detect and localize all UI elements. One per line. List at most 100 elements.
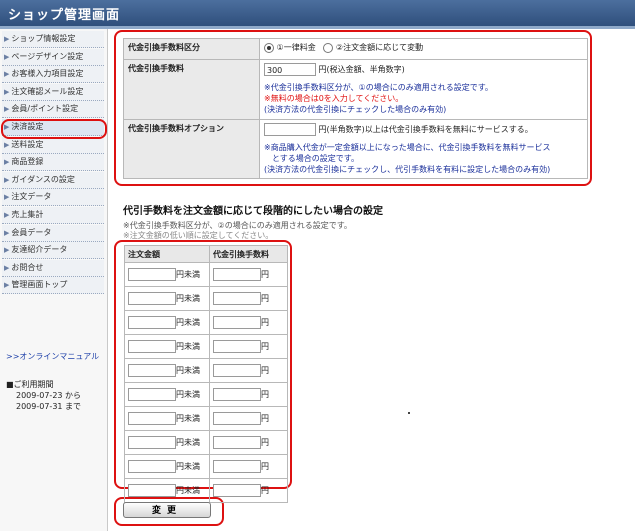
sidebar-item[interactable]: ▶ 管理画面トップ: [2, 277, 104, 295]
tier-amount-input[interactable]: [128, 460, 176, 473]
tier-fee-input[interactable]: [213, 484, 261, 497]
sidebar-item[interactable]: ▶ ガイダンスの設定: [2, 171, 104, 189]
tier-row: 円未満 円: [124, 406, 288, 431]
sidebar-item[interactable]: ▶ 注文確認メール設定: [2, 83, 104, 101]
sidebar-item-label: 会員/ポイント設定: [11, 104, 79, 114]
tier-note-1: ※代金引換手数料区分が、②の場合にのみ適用される設定です。: [123, 221, 352, 230]
arrow-right-icon: ▶: [4, 158, 10, 167]
sidebar-item-label: 送料設定: [11, 139, 44, 149]
tier-amount-input[interactable]: [128, 388, 176, 401]
tier-amount-input[interactable]: [128, 412, 176, 425]
tier-amount-cell: 円未満: [124, 286, 210, 311]
fee-input[interactable]: 300: [264, 63, 316, 76]
option-note-2: (決済方法の代金引換にチェックし、代引手数料を有料に設定した場合のみ有効): [264, 165, 551, 174]
sidebar-item-label: 会員データ: [11, 227, 52, 237]
tier-fee-input[interactable]: [213, 340, 261, 353]
tier-row: 円未満 円: [124, 478, 288, 503]
tier-amount-input[interactable]: [128, 436, 176, 449]
cod-fee-settings: 代金引換手数料区分 ①一律料金 ②注文金額に応じて変動 代金引換手数料 300 …: [123, 38, 588, 179]
tier-table: 注文金額 代金引換手数料 円未満円円未満円円未満円円未満円円未満円円未満円円未満…: [124, 245, 288, 503]
free-threshold-input[interactable]: [264, 123, 316, 136]
usage-period: ■ご利用期間 2009-07-23 から 2009-07-31 まで: [6, 379, 81, 412]
tier-fee-input[interactable]: [213, 388, 261, 401]
tier-row: 円未満 円: [124, 382, 288, 407]
fee-suffix: 円: [261, 414, 269, 423]
sidebar-item[interactable]: ▶ ショップ情報設定: [2, 31, 104, 48]
tier-amount-cell: 円未満: [124, 262, 210, 287]
tier-fee-input[interactable]: [213, 292, 261, 305]
arrow-right-icon: ▶: [4, 35, 10, 43]
option-unit: 円(半角数字)以上は代金引換手数料を無料にサービスする。: [318, 125, 533, 134]
tier-row: 円未満 円: [124, 334, 288, 359]
tier-amount-input[interactable]: [128, 340, 176, 353]
tier-amount-cell: 円未満: [124, 454, 210, 479]
tier-fee-input[interactable]: [213, 436, 261, 449]
amount-suffix: 円未満: [176, 318, 200, 327]
fee-suffix: 円: [261, 294, 269, 303]
sidebar-item[interactable]: ▶ 友達紹介データ: [2, 242, 104, 260]
sidebar-item[interactable]: ▶ 注文データ: [2, 189, 104, 207]
tier-fee-cell: 円: [209, 430, 288, 455]
tier-fee-cell: 円: [209, 358, 288, 383]
arrow-right-icon: ▶: [4, 193, 10, 202]
sidebar-item-label: ページデザイン設定: [11, 51, 84, 61]
tier-fee-input[interactable]: [213, 460, 261, 473]
fee-suffix: 円: [261, 462, 269, 471]
tier-amount-cell: 円未満: [124, 358, 210, 383]
tier-note-2: ※注文金額の低い順に設定してください。: [123, 231, 274, 240]
arrow-right-icon: ▶: [4, 140, 10, 149]
amount-suffix: 円未満: [176, 462, 200, 471]
fee-type-label: 代金引換手数料区分: [123, 38, 260, 60]
tier-row: 円未満 円: [124, 454, 288, 479]
arrow-right-icon: ▶: [4, 70, 10, 79]
sidebar-item[interactable]: ▶ 売上集計: [2, 207, 104, 224]
tier-amount-input[interactable]: [128, 292, 176, 305]
sidebar-item[interactable]: ▶ 会員/ポイント設定: [2, 101, 104, 119]
tier-amount-cell: 円未満: [124, 382, 210, 407]
arrow-right-icon: ▶: [4, 105, 10, 114]
sidebar-item[interactable]: ▶ 商品登録: [2, 154, 104, 172]
fee-suffix: 円: [261, 342, 269, 351]
fee-label: 代金引換手数料: [123, 59, 260, 120]
tier-amount-input[interactable]: [128, 484, 176, 497]
period-from: 2009-07-23: [16, 391, 63, 400]
fee-suffix: 円: [261, 366, 269, 375]
option-cell: 円(半角数字)以上は代金引換手数料を無料にサービスする。 ※商品購入代金が一定金…: [259, 119, 588, 179]
arrow-right-icon: ▶: [4, 263, 10, 272]
sidebar-item-label: お問合せ: [11, 262, 44, 272]
sidebar-item-label: 注文確認メール設定: [11, 86, 84, 96]
tier-fee-input[interactable]: [213, 268, 261, 281]
amount-suffix: 円未満: [176, 438, 200, 447]
sidebar-item-label: 売上集計: [11, 210, 44, 219]
arrow-right-icon: ▶: [4, 281, 10, 290]
amount-suffix: 円未満: [176, 486, 200, 495]
tier-amount-input[interactable]: [128, 268, 176, 281]
sidebar-item-label: ショップ情報設定: [11, 34, 76, 43]
tier-fee-input[interactable]: [213, 412, 261, 425]
tier-amount-input[interactable]: [128, 316, 176, 329]
sidebar-item-label: 注文データ: [11, 192, 52, 202]
col-order-amount: 注文金額: [124, 245, 210, 263]
period-label: ■ご利用期間: [6, 380, 54, 389]
tier-fee-input[interactable]: [213, 364, 261, 377]
col-cod-fee: 代金引換手数料: [209, 245, 288, 263]
fee-note-2: ※無料の場合は0を入力してください。: [264, 94, 404, 103]
radio-flat-fee[interactable]: [264, 42, 274, 53]
tier-fee-input[interactable]: [213, 316, 261, 329]
sidebar-item[interactable]: ▶ ページデザイン設定: [2, 48, 104, 66]
option-note-1b: とする場合の設定です。: [272, 154, 359, 163]
sidebar-item[interactable]: ▶ 送料設定: [2, 136, 104, 154]
amount-suffix: 円未満: [176, 414, 200, 423]
fee-unit: 円(税込金額、半角数字): [318, 65, 405, 74]
tier-section-notes: ※代金引換手数料区分が、②の場合にのみ適用される設定です。 ※注文金額の低い順に…: [123, 221, 352, 241]
amount-suffix: 円未満: [176, 270, 200, 279]
submit-button[interactable]: 変更: [123, 502, 211, 518]
online-manual-link[interactable]: >>オンラインマニュアル: [6, 351, 99, 362]
sidebar-item[interactable]: ▶ お客様入力項目設定: [2, 66, 104, 84]
radio-variable-fee[interactable]: [323, 42, 334, 53]
period-from-suffix: から: [65, 391, 82, 400]
sidebar-item[interactable]: ▶ お問合せ: [2, 259, 104, 277]
tier-row: 円未満 円: [124, 262, 288, 287]
tier-amount-input[interactable]: [128, 364, 176, 377]
sidebar-item[interactable]: ▶ 会員データ: [2, 224, 104, 242]
